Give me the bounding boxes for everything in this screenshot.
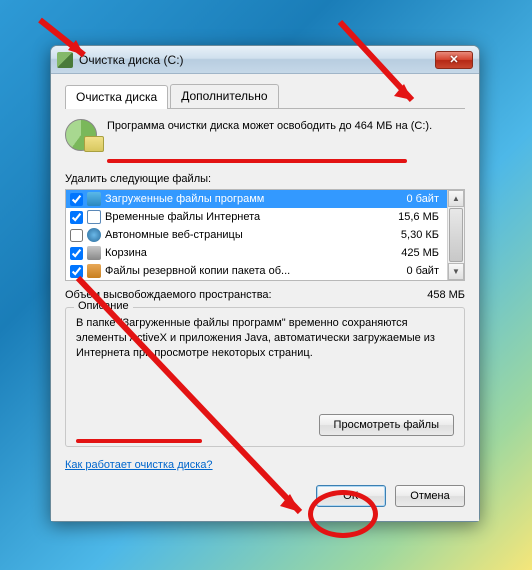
file-size: 15,6 МБ [383, 211, 443, 223]
titlebar[interactable]: Очистка диска (C:) ✕ [51, 46, 479, 74]
file-row[interactable]: Временные файлы Интернета15,6 МБ [66, 208, 447, 226]
annotation-underline-viewbtn [76, 439, 202, 443]
close-button[interactable]: ✕ [435, 51, 473, 69]
scroll-up[interactable]: ▲ [448, 190, 464, 207]
tab-cleanup[interactable]: Очистка диска [65, 85, 168, 109]
file-type-icon [87, 246, 101, 260]
help-link[interactable]: Как работает очистка диска? [65, 459, 213, 471]
file-type-icon [87, 192, 101, 206]
file-row[interactable]: Корзина425 МБ [66, 244, 447, 262]
file-checkbox[interactable] [70, 211, 83, 224]
file-checkbox[interactable] [70, 193, 83, 206]
file-row[interactable]: Автономные веб-страницы5,30 КБ [66, 226, 447, 244]
disk-icon [65, 119, 97, 151]
cancel-button[interactable]: Отмена [395, 485, 465, 507]
file-name: Корзина [105, 247, 383, 259]
file-size: 0 байт [383, 193, 443, 205]
info-row: Программа очистки диска может освободить… [65, 119, 465, 151]
footer-buttons: ОК Отмена [65, 485, 465, 507]
scroll-thumb[interactable] [449, 208, 463, 262]
total-value: 458 МБ [427, 289, 465, 301]
file-type-icon [87, 228, 101, 242]
group-title: Описание [74, 300, 133, 312]
description-text: В папке "Загруженные файлы программ" вре… [76, 316, 454, 396]
scrollbar[interactable]: ▲ ▼ [447, 190, 464, 280]
file-checkbox[interactable] [70, 265, 83, 278]
annotation-underline-info [107, 159, 407, 163]
dialog-window: Очистка диска (C:) ✕ Очистка диска Допол… [50, 45, 480, 522]
file-checkbox[interactable] [70, 229, 83, 242]
file-type-icon [87, 210, 101, 224]
file-row[interactable]: Файлы резервной копии пакета об...0 байт [66, 262, 447, 280]
file-size: 0 байт [383, 265, 443, 277]
list-label: Удалить следующие файлы: [65, 173, 465, 185]
annotation-ok-circle [308, 490, 378, 538]
view-files-button[interactable]: Просмотреть файлы [319, 414, 454, 436]
file-size: 425 МБ [383, 247, 443, 259]
description-group: Описание В папке "Загруженные файлы прог… [65, 307, 465, 447]
file-row[interactable]: Загруженные файлы программ0 байт [66, 190, 447, 208]
info-text: Программа очистки диска может освободить… [107, 119, 432, 151]
tab-strip: Очистка диска Дополнительно [65, 84, 465, 109]
window-title: Очистка диска (C:) [79, 53, 435, 67]
file-list: Загруженные файлы программ0 байтВременны… [65, 189, 465, 281]
scroll-down[interactable]: ▼ [448, 263, 464, 280]
file-name: Временные файлы Интернета [105, 211, 383, 223]
file-type-icon [87, 264, 101, 278]
file-checkbox[interactable] [70, 247, 83, 260]
disk-cleanup-icon [57, 52, 73, 68]
dialog-content: Очистка диска Дополнительно Программа оч… [51, 74, 479, 521]
file-size: 5,30 КБ [383, 229, 443, 241]
file-name: Файлы резервной копии пакета об... [105, 265, 383, 277]
tab-more[interactable]: Дополнительно [170, 84, 278, 108]
file-name: Автономные веб-страницы [105, 229, 383, 241]
file-name: Загруженные файлы программ [105, 193, 383, 205]
